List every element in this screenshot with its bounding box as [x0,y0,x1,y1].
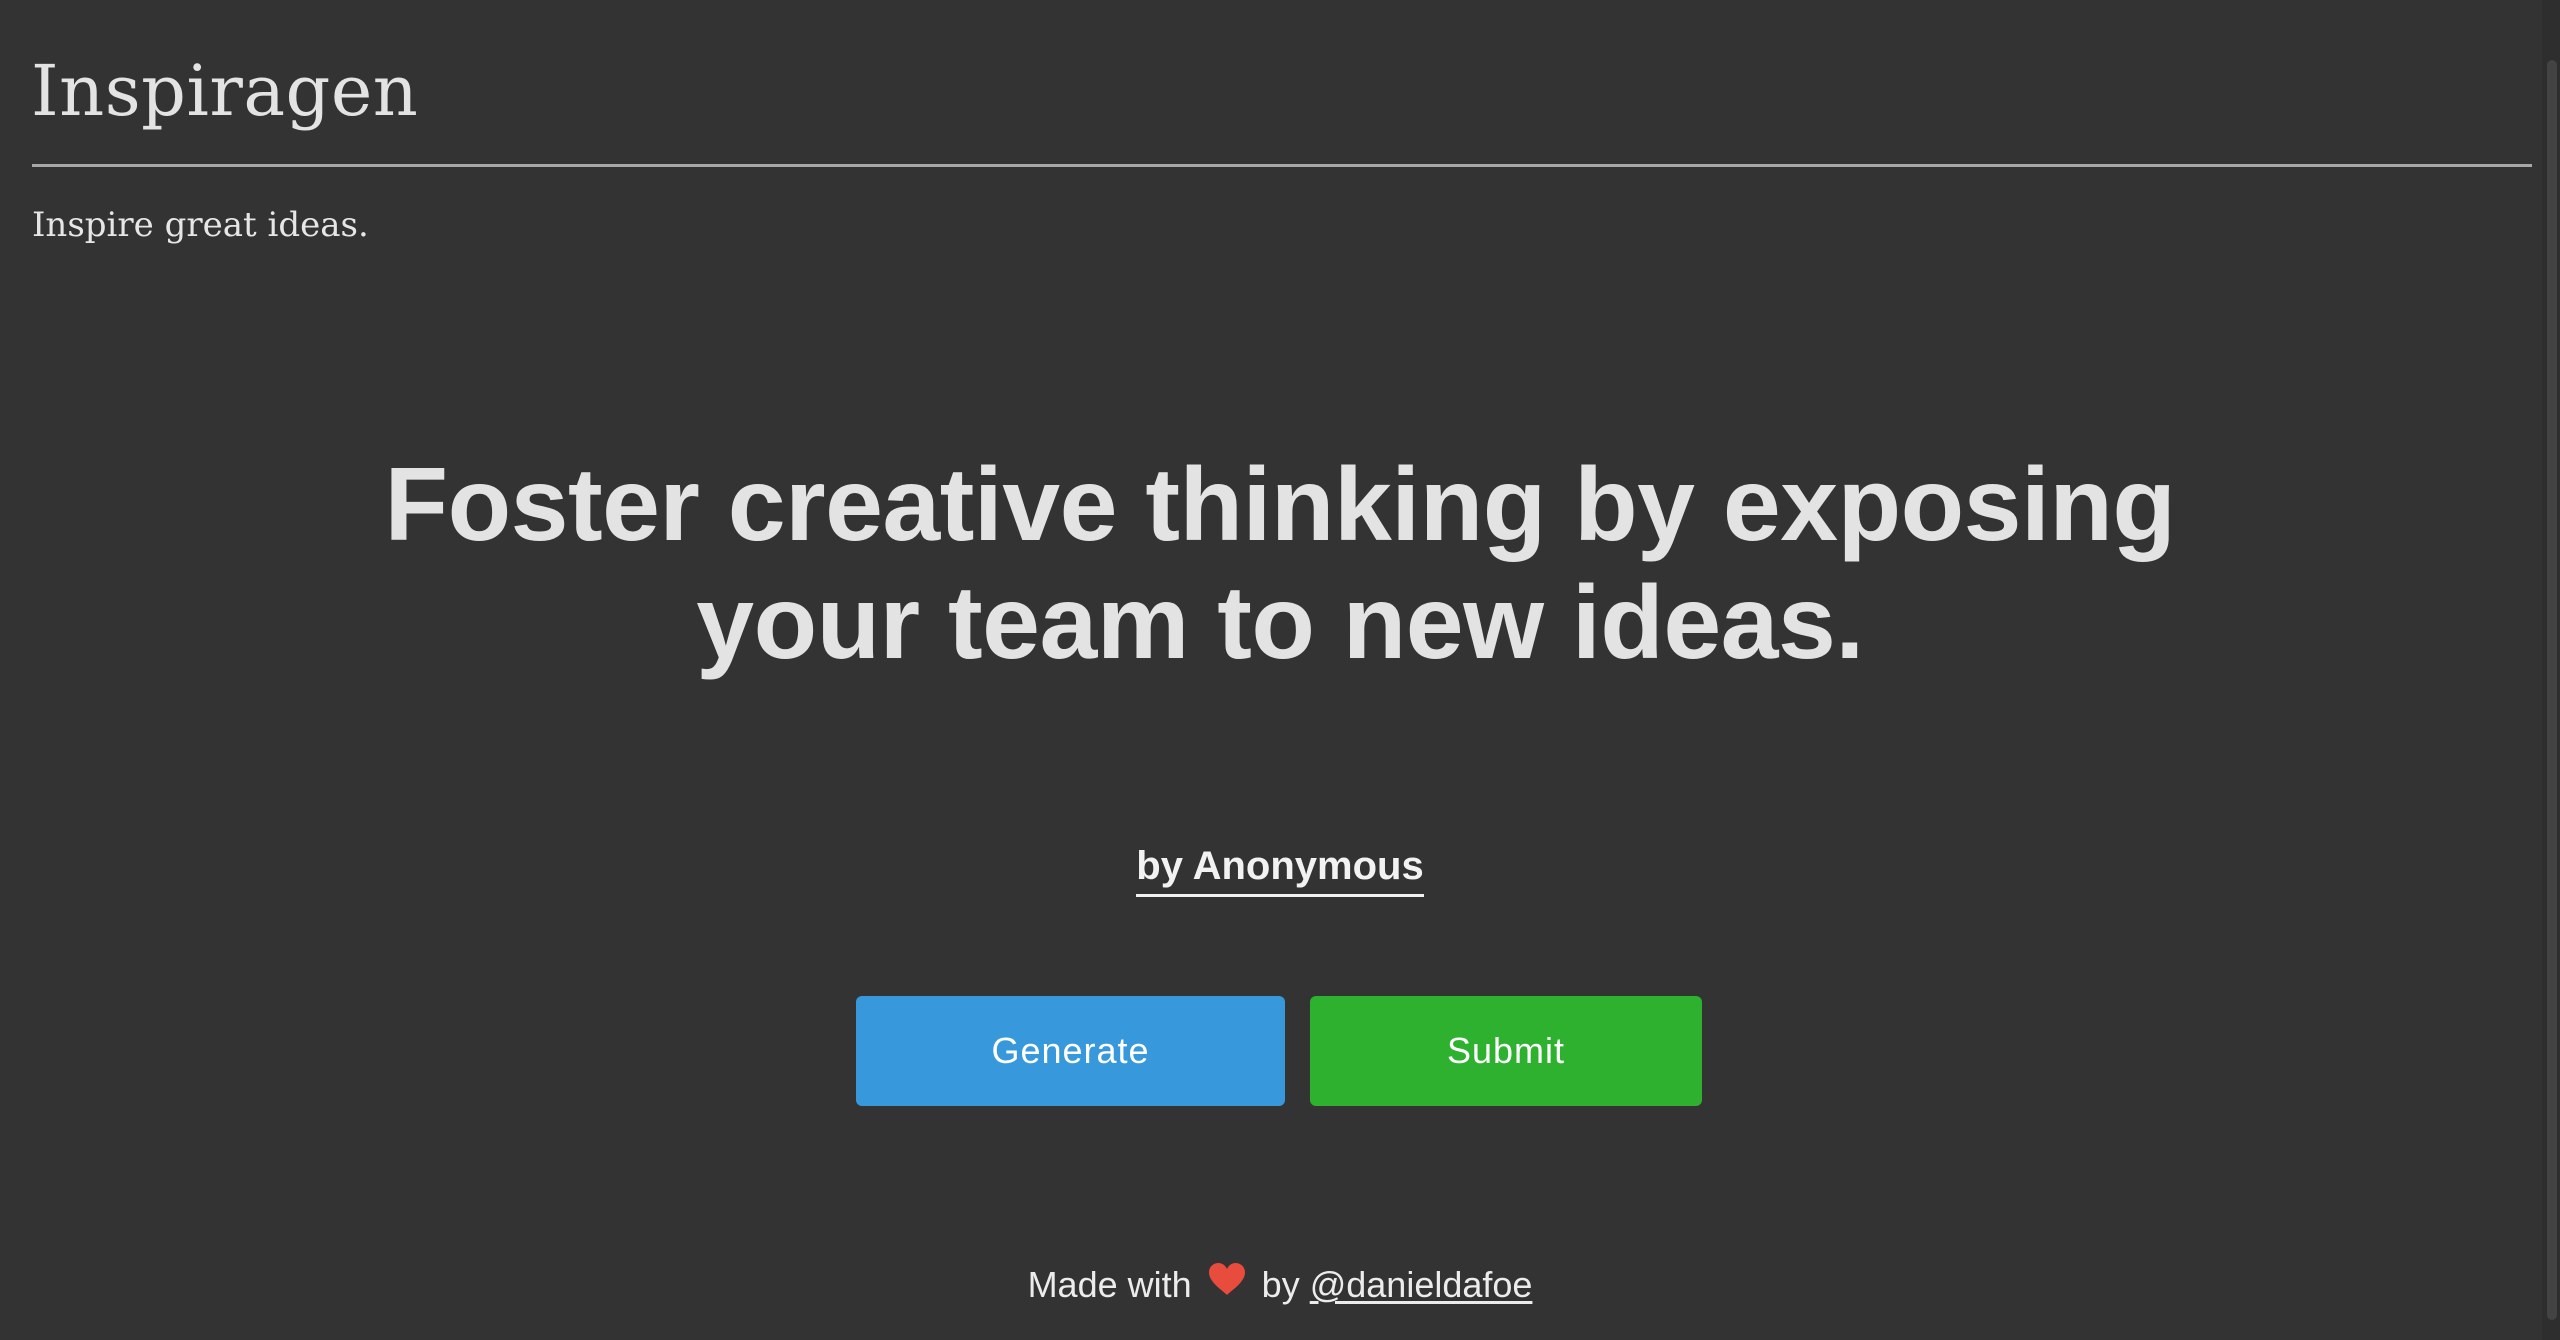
quote-text: Foster creative thinking by exposing you… [384,447,2176,681]
submit-button[interactable]: Submit [1310,996,1702,1106]
heart-icon [1208,1259,1246,1309]
quote-container: Foster creative thinking by exposing you… [0,446,2560,682]
site-tagline: Inspire great ideas. [32,205,369,245]
footer: Made with by @danieldafoe [0,1260,2560,1312]
scrollbar-thumb[interactable] [2547,60,2557,1320]
scrollbar-track[interactable] [2542,0,2560,1340]
footer-made-with: Made with [1027,1264,1192,1305]
site-title: Inspiragen [31,50,419,132]
footer-by: by [1261,1264,1300,1305]
author-handle-link[interactable]: @danieldafoe [1310,1264,1533,1305]
quote-author-link[interactable]: by Anonymous [1136,840,1424,897]
generate-button[interactable]: Generate [856,996,1285,1106]
author-container: by Anonymous [0,840,2560,897]
header-divider [32,164,2532,167]
